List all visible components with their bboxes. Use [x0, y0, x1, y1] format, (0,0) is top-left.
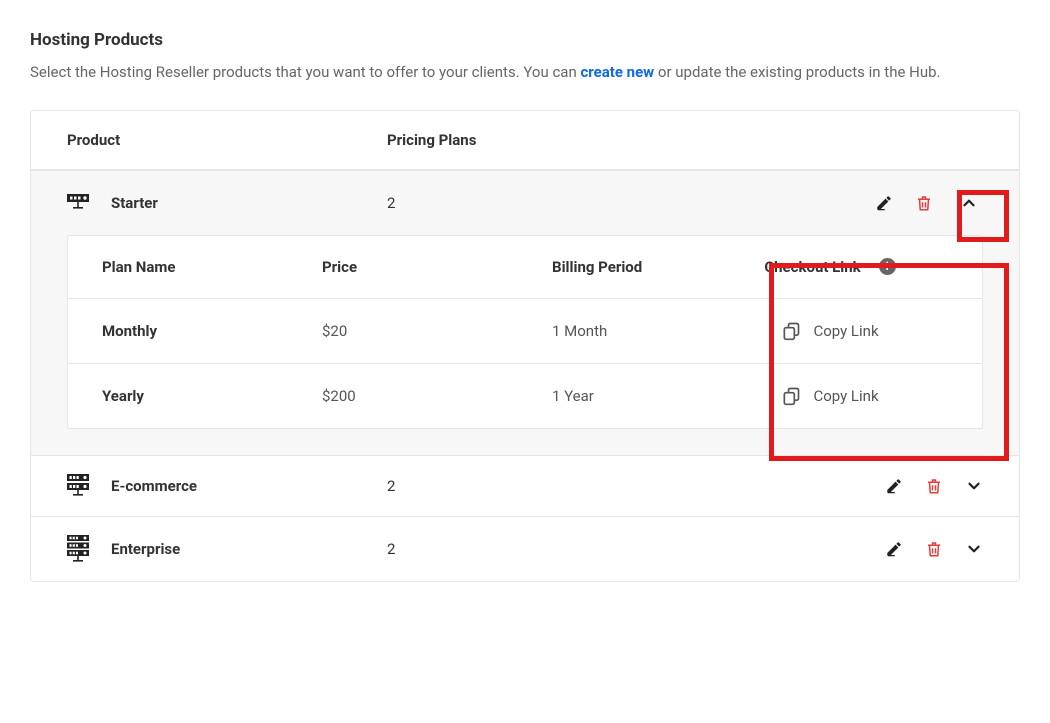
subtitle-text-a: Select the Hosting Reseller products tha… — [30, 63, 580, 81]
edit-button[interactable] — [885, 540, 903, 558]
plan-row: Yearly $200 1 Year Copy Link — [68, 363, 982, 428]
plans-count: 2 — [387, 540, 885, 558]
table-header-row: Product Pricing Plans — [31, 111, 1019, 170]
subtitle-text-b: or update the existing products in the H… — [654, 63, 940, 81]
product-name-cell: Enterprise — [67, 535, 387, 563]
product-name-cell: E-commerce — [67, 474, 387, 498]
row-actions — [885, 539, 983, 559]
plan-price: $200 — [322, 387, 552, 405]
table-row: Starter 2 — [31, 170, 1019, 235]
product-name-cell: Starter — [67, 194, 387, 212]
row-actions — [875, 189, 983, 217]
server-icon — [67, 194, 89, 212]
copy-link-button[interactable]: Copy Link — [781, 386, 878, 406]
edit-button[interactable] — [885, 477, 903, 495]
plan-price: $20 — [322, 322, 552, 340]
plan-row: Monthly $20 1 Month Copy Link — [68, 298, 982, 363]
row-actions — [885, 476, 983, 496]
plan-billing: 1 Year — [552, 387, 712, 405]
copy-link-button[interactable]: Copy Link — [781, 321, 878, 341]
col-product: Product — [67, 131, 387, 149]
create-new-link[interactable]: create new — [580, 63, 654, 81]
col-checkout-link-label: Checkout Link — [764, 258, 860, 276]
edit-button[interactable] — [875, 194, 893, 212]
delete-button[interactable] — [915, 193, 933, 213]
copy-icon — [781, 321, 801, 341]
table-row: Enterprise 2 — [31, 516, 1019, 581]
page-subtitle: Select the Hosting Reseller products tha… — [30, 60, 1020, 86]
server-stack-icon — [67, 474, 89, 498]
collapse-button[interactable] — [955, 189, 983, 217]
plan-billing: 1 Month — [552, 322, 712, 340]
col-plan-name: Plan Name — [102, 258, 322, 276]
products-table: Product Pricing Plans Starter 2 — [30, 110, 1020, 582]
plan-name: Monthly — [102, 322, 322, 340]
col-checkout-link: Checkout Link i — [712, 258, 948, 276]
copy-icon — [781, 386, 801, 406]
delete-button[interactable] — [925, 476, 943, 496]
plans-inner-table: Plan Name Price Billing Period Checkout … — [67, 235, 983, 429]
page-title: Hosting Products — [30, 30, 1020, 50]
col-billing-period: Billing Period — [552, 258, 712, 276]
table-row: E-commerce 2 — [31, 455, 1019, 516]
page-header: Hosting Products Select the Hosting Rese… — [30, 30, 1020, 86]
product-name: Enterprise — [111, 540, 180, 558]
copy-link-label: Copy Link — [813, 322, 878, 340]
product-name: Starter — [111, 194, 158, 212]
col-pricing-plans: Pricing Plans — [387, 131, 983, 149]
plans-count: 2 — [387, 194, 875, 212]
info-icon[interactable]: i — [879, 258, 896, 275]
expanded-plans: Plan Name Price Billing Period Checkout … — [31, 235, 1019, 455]
copy-link-label: Copy Link — [813, 387, 878, 405]
col-price: Price — [322, 258, 552, 276]
plan-name: Yearly — [102, 387, 322, 405]
plans-count: 2 — [387, 477, 885, 495]
server-stack-large-icon — [67, 535, 89, 563]
product-name: E-commerce — [111, 477, 197, 495]
expand-button[interactable] — [965, 477, 983, 495]
expand-button[interactable] — [965, 540, 983, 558]
delete-button[interactable] — [925, 539, 943, 559]
inner-header-row: Plan Name Price Billing Period Checkout … — [68, 236, 982, 298]
